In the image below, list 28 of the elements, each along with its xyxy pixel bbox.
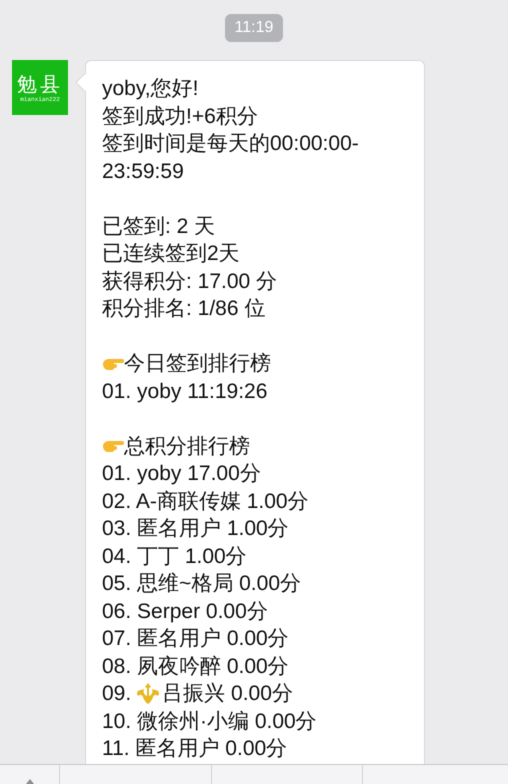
message-line: 06. Serper 0.00分	[102, 598, 269, 624]
message-line: 签到时间是每天的00:00:00-23:59:59	[102, 131, 360, 184]
message-line: 01. yoby 17.00分	[102, 461, 262, 487]
message-line: 07. 匿名用户 0.00分	[102, 626, 290, 652]
message-line: 签到成功!+6积分	[102, 104, 259, 130]
caret-up-icon[interactable]	[26, 779, 34, 784]
avatar-title: 勉县	[17, 72, 63, 96]
message-line: 04. 丁丁 1.00分	[102, 544, 248, 570]
message-line: yoby,您好!	[102, 76, 200, 102]
message-line: 10. 微徐州·小编 0.00分	[102, 708, 318, 734]
pointing-hand-icon	[102, 439, 124, 454]
message-line: 01. yoby 11:19:26	[102, 378, 268, 404]
message-line: 积分排名: 1/86 位	[102, 296, 266, 322]
message-line: 03. 匿名用户 1.00分	[102, 516, 290, 542]
message-line: 11. 匿名用户 0.00分	[102, 736, 288, 762]
message-line: 已连续签到2天	[102, 241, 241, 267]
message-line: 08. 夙夜吟醉 0.00分	[102, 654, 290, 680]
time-stamp: 11:19	[224, 14, 284, 42]
message-line: 05. 思维~格局 0.00分	[102, 571, 302, 597]
ranking-entry: 吕振兴 0.00分	[162, 681, 293, 707]
message-line: 02. A-商联传媒 1.00分	[102, 488, 310, 514]
emblem-icon	[136, 682, 160, 705]
section-heading: 总积分排行榜	[124, 434, 250, 460]
message-line: 已签到: 2 天	[102, 214, 216, 240]
message-line: 获得积分: 17.00 分	[102, 268, 278, 294]
rank-number: 09.	[102, 681, 132, 707]
pointing-hand-icon	[102, 356, 124, 371]
section-heading: 今日签到排行榜	[124, 351, 271, 377]
